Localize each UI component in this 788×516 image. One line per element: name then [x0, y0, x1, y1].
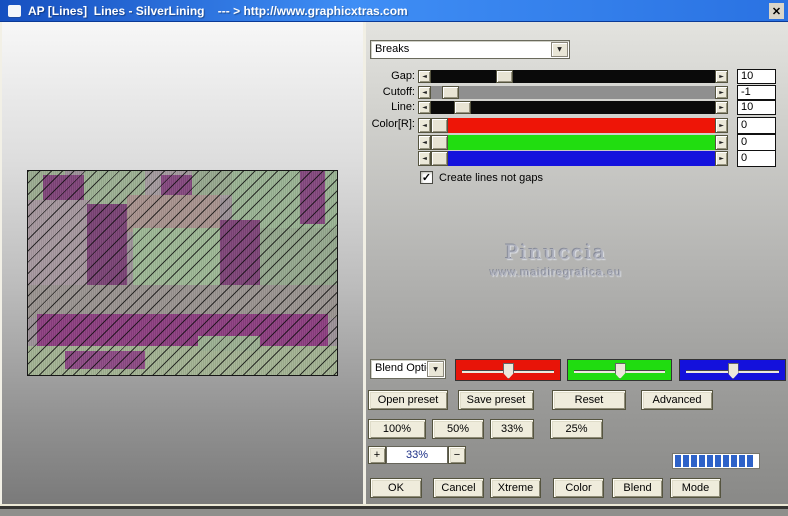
preset-openpreset-button[interactable]: Open preset: [368, 390, 448, 410]
slider-arrow-right-icon[interactable]: ►: [715, 135, 728, 150]
preset-reset-button[interactable]: Reset: [552, 390, 626, 410]
slider-arrow-left-icon[interactable]: ◄: [418, 70, 431, 83]
slider-value-field[interactable]: 0: [737, 117, 776, 134]
action-cancel-button[interactable]: Cancel: [433, 478, 484, 498]
zoom-25-button[interactable]: 25%: [550, 419, 603, 439]
slider-label: Line:: [391, 101, 415, 113]
action-mode-button[interactable]: Mode: [670, 478, 721, 498]
zoom-100-button[interactable]: 100%: [368, 419, 426, 439]
zoom-33-button[interactable]: 33%: [490, 419, 534, 439]
slider-track[interactable]: [431, 70, 715, 83]
slider-value-field[interactable]: 10: [737, 69, 776, 84]
chevron-down-icon[interactable]: ▼: [551, 42, 568, 57]
progress-segment: [707, 455, 713, 467]
slider-thumb[interactable]: [496, 70, 514, 83]
title-bar[interactable]: AP [Lines] Lines - SilverLining --- > ht…: [0, 0, 788, 22]
slider-arrow-left-icon[interactable]: ◄: [418, 101, 431, 114]
preset-dropdown[interactable]: Breaks ▼: [370, 40, 570, 59]
slider-value-field[interactable]: -1: [737, 85, 776, 100]
progress-segment: [683, 455, 689, 467]
window-title: AP [Lines] Lines - SilverLining --- > ht…: [28, 3, 408, 18]
progress-bar: [672, 453, 760, 469]
preset-dropdown-value: Breaks: [375, 43, 410, 55]
slider-thumb[interactable]: [431, 151, 448, 166]
preview-image: [27, 170, 338, 376]
zoom-in-button[interactable]: +: [368, 446, 386, 464]
slider-value-field[interactable]: 10: [737, 100, 776, 115]
progress-segment: [747, 455, 753, 467]
zoom-out-button[interactable]: −: [448, 446, 466, 464]
slider-arrow-left-icon[interactable]: ◄: [418, 118, 431, 133]
action-blend-button[interactable]: Blend: [612, 478, 663, 498]
slider-arrow-right-icon[interactable]: ►: [715, 86, 728, 99]
slider-arrow-left-icon[interactable]: ◄: [418, 135, 431, 150]
slider-value-field[interactable]: 0: [737, 134, 776, 151]
app-icon: [8, 4, 21, 17]
slider-label: Cutoff:: [382, 86, 415, 98]
zoom-level-value: 33%: [386, 446, 448, 464]
slider-label: Gap:: [391, 70, 415, 82]
slider-track[interactable]: [431, 151, 715, 166]
mixer-thumb[interactable]: [727, 363, 739, 379]
preset-advanced-button[interactable]: Advanced: [641, 390, 713, 410]
slider-thumb[interactable]: [442, 86, 460, 99]
progress-segment: [691, 455, 697, 467]
create-lines-checkbox[interactable]: ✓: [420, 171, 433, 184]
action-ok-button[interactable]: OK: [370, 478, 422, 498]
slider-thumb[interactable]: [431, 135, 448, 150]
mixer-thumb[interactable]: [614, 363, 626, 379]
plugin-window: AP [Lines] Lines - SilverLining --- > ht…: [0, 0, 788, 516]
slider-arrow-left-icon[interactable]: ◄: [418, 86, 431, 99]
slider-track[interactable]: [431, 118, 715, 133]
action-color-button[interactable]: Color: [553, 478, 604, 498]
zoom-50-button[interactable]: 50%: [432, 419, 484, 439]
red-mixer-slider[interactable]: [455, 359, 561, 381]
hatch-overlay: [28, 171, 337, 375]
slider-arrow-right-icon[interactable]: ►: [715, 101, 728, 114]
watermark: Pinuccia www.maidiregrafica.eu: [446, 240, 666, 279]
slider-track[interactable]: [431, 101, 715, 114]
desktop-strip: [0, 509, 788, 516]
progress-segment: [739, 455, 745, 467]
progress-segment: [699, 455, 705, 467]
progress-segment: [731, 455, 737, 467]
preset-savepreset-button[interactable]: Save preset: [458, 390, 534, 410]
action-xtreme-button[interactable]: Xtreme: [490, 478, 541, 498]
slider-arrow-right-icon[interactable]: ►: [715, 118, 728, 133]
blue-mixer-slider[interactable]: [679, 359, 786, 381]
slider-track[interactable]: [431, 135, 715, 150]
blend-options-dropdown[interactable]: Blend Optio ▼: [370, 359, 446, 379]
slider-track[interactable]: [431, 86, 715, 99]
green-mixer-slider[interactable]: [567, 359, 672, 381]
progress-segment: [675, 455, 681, 467]
controls-panel: Breaks ▼ Gap: ◄ ► 10 Cutoff: ◄ ► -1 Line: ◄ ► 10 Col…: [366, 22, 788, 504]
preview-panel: [0, 22, 363, 504]
slider-arrow-right-icon[interactable]: ►: [715, 70, 728, 83]
watermark-name: Pinuccia: [504, 240, 608, 264]
slider-value-field[interactable]: 0: [737, 150, 776, 167]
watermark-url: www.maidiregrafica.eu: [490, 267, 622, 279]
slider-arrow-right-icon[interactable]: ►: [715, 151, 728, 166]
create-lines-checkbox-label: Create lines not gaps: [439, 171, 543, 184]
create-lines-checkbox-row: ✓ Create lines not gaps: [420, 171, 543, 184]
slider-thumb[interactable]: [453, 101, 471, 114]
slider-label: Color[R]:: [371, 118, 415, 130]
progress-segment: [715, 455, 721, 467]
mixer-thumb[interactable]: [503, 363, 514, 379]
chevron-down-icon[interactable]: ▼: [427, 361, 444, 377]
close-icon[interactable]: ✕: [769, 3, 784, 19]
slider-arrow-left-icon[interactable]: ◄: [418, 151, 431, 166]
progress-segment: [723, 455, 729, 467]
slider-thumb[interactable]: [431, 118, 448, 133]
window-left-edge: [0, 22, 2, 504]
